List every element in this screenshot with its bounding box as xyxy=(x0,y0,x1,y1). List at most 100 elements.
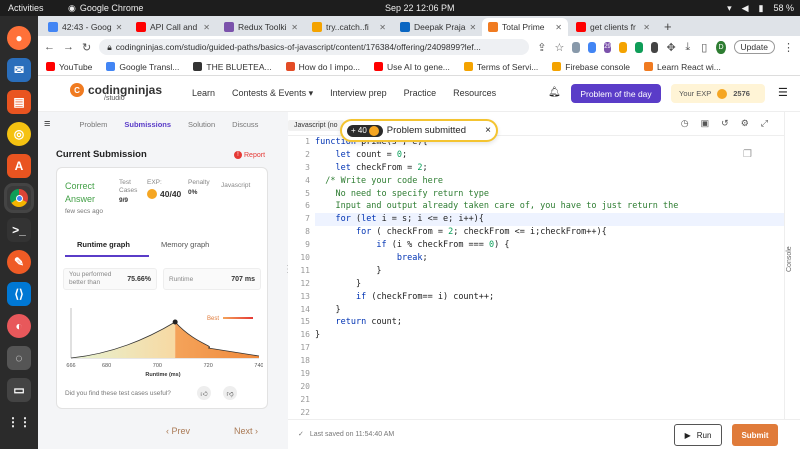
nav-learn[interactable]: Learn xyxy=(192,88,215,99)
bookmark-item[interactable]: Use AI to gene... xyxy=(374,62,450,72)
timer-icon[interactable]: ◷ xyxy=(681,118,689,129)
code-line[interactable]: } xyxy=(315,278,785,291)
postman-icon[interactable]: ✎ xyxy=(7,250,31,274)
rhythmbox-icon[interactable]: ◎ xyxy=(7,122,31,146)
copy-icon[interactable]: ❐ xyxy=(743,149,752,160)
browser-tab-active[interactable]: Total Prime ✕ xyxy=(482,18,568,36)
app-center-icon[interactable]: A xyxy=(7,154,31,178)
vscode-icon[interactable]: ⟨⟩ xyxy=(7,282,31,306)
code-line[interactable]: } xyxy=(315,265,785,278)
run-button[interactable]: ▶ Run xyxy=(674,424,722,446)
new-tab-button[interactable]: + xyxy=(658,18,678,36)
files-icon[interactable]: ▤ xyxy=(7,90,31,114)
extension-icon[interactable] xyxy=(572,41,580,53)
code-line[interactable]: break; xyxy=(315,252,785,265)
code-line[interactable]: let checkFrom = 2; xyxy=(315,162,785,175)
reload-icon[interactable]: ↻ xyxy=(82,41,91,54)
code-line[interactable]: if (i % checkFrom === 0) { xyxy=(315,239,785,252)
show-apps-icon[interactable]: ⋮⋮ xyxy=(7,410,31,434)
nav-practice[interactable]: Practice xyxy=(404,88,437,99)
collapse-panel-icon[interactable]: ≡ xyxy=(44,118,50,130)
nav-interview-prep[interactable]: Interview prep xyxy=(330,88,387,99)
puzzle-icon[interactable]: ✥ xyxy=(666,41,675,54)
code-line[interactable]: for (let i = s; i <= e; i++){ xyxy=(315,213,785,227)
clock[interactable]: Sep 22 12:06 PM xyxy=(385,3,455,13)
problem-of-the-day-button[interactable]: Problem of the day xyxy=(571,84,661,103)
tab-runtime-graph[interactable]: Runtime graph xyxy=(77,240,130,249)
chrome-dock-icon[interactable] xyxy=(7,186,31,210)
code-line[interactable] xyxy=(315,355,785,368)
code-line[interactable]: for ( checkFrom = 2; checkFrom <= i;chec… xyxy=(315,226,785,239)
code-line[interactable] xyxy=(315,407,785,420)
reset-icon[interactable]: ↺ xyxy=(721,118,729,129)
bookmark-star-icon[interactable]: ☆ xyxy=(554,41,564,54)
extension-icon[interactable] xyxy=(619,41,628,53)
code-line[interactable]: if (checkFrom== i) count++; xyxy=(315,291,785,304)
tab-memory-graph[interactable]: Memory graph xyxy=(161,240,209,249)
activities-button[interactable]: Activities xyxy=(8,3,44,13)
extension-icon[interactable] xyxy=(635,41,643,53)
thumbs-down-icon[interactable]: 👎︎ xyxy=(223,386,237,400)
code-line[interactable]: /* Write your code here xyxy=(315,175,785,188)
firefox-icon[interactable]: ● xyxy=(7,26,31,50)
close-tab-icon[interactable]: ✕ xyxy=(203,23,210,32)
update-button[interactable]: Update xyxy=(733,40,775,54)
bookmark-item[interactable]: Google Transl... xyxy=(106,62,179,72)
forward-icon[interactable]: → xyxy=(63,41,74,53)
code-line[interactable]: } xyxy=(315,304,785,317)
bookmark-item[interactable]: How do I impo... xyxy=(285,62,360,72)
extension-icon[interactable] xyxy=(588,41,596,53)
trash-icon[interactable]: ▭ xyxy=(7,378,31,402)
code-line[interactable]: Input and output already taken care of, … xyxy=(315,200,785,213)
address-bar[interactable]: 🔒︎ codingninjas.com/studio/guided-paths/… xyxy=(99,39,530,55)
tab-problem[interactable]: Problem xyxy=(79,120,107,129)
toast-close-icon[interactable]: × xyxy=(485,125,491,136)
usb-icon[interactable]: ◌ xyxy=(7,346,31,370)
app-menu[interactable]: ◉ Google Chrome xyxy=(68,3,143,14)
bookmark-item[interactable]: YouTube xyxy=(46,62,92,72)
code-line[interactable]: return count; xyxy=(315,316,785,329)
browser-tab[interactable]: Redux Toolki ✕ xyxy=(218,18,304,36)
your-exp-badge[interactable]: Your EXP 2576 xyxy=(671,84,765,103)
code-editor[interactable]: Javascript (no ◷ ▣ ↺ ⚙ ⤢ 1 2 3 4 5 6 7 8 9 10 11 12… xyxy=(288,112,785,420)
bookmark-item[interactable]: THE BLUETEA... xyxy=(193,62,272,72)
code-line[interactable]: } xyxy=(315,329,785,342)
sidepanel-icon[interactable]: ▯ xyxy=(700,41,708,54)
bookmark-item[interactable]: Learn React wi... xyxy=(644,62,721,72)
extension-badge[interactable]: 29 xyxy=(603,41,612,53)
color-picker-icon[interactable]: ◐ xyxy=(7,314,31,338)
close-tab-icon[interactable]: ✕ xyxy=(643,23,650,32)
thumbs-up-icon[interactable]: 👍︎ xyxy=(197,386,211,400)
share-icon[interactable]: ⇪ xyxy=(537,41,546,54)
terminal-icon[interactable]: >_ xyxy=(7,218,31,242)
code-line[interactable]: let count = 0; xyxy=(315,149,785,162)
code-line[interactable]: No need to specify return type xyxy=(315,188,785,201)
hamburger-menu-icon[interactable]: ☰ xyxy=(778,86,788,99)
nav-contests[interactable]: Contests & Events ▾ xyxy=(232,88,313,99)
menu-icon[interactable]: ⋮ xyxy=(783,41,794,54)
code-line[interactable] xyxy=(315,342,785,355)
close-tab-icon[interactable]: ✕ xyxy=(379,23,386,32)
browser-tab[interactable]: Deepak Praja ✕ xyxy=(394,18,480,36)
save-icon[interactable]: ▣ xyxy=(701,118,710,129)
next-button[interactable]: Next › xyxy=(234,426,258,436)
browser-tab[interactable]: try..catch..fi ✕ xyxy=(306,18,392,36)
submit-button[interactable]: Submit xyxy=(732,424,778,446)
code-line[interactable] xyxy=(315,394,785,407)
back-icon[interactable]: ← xyxy=(44,41,55,53)
download-icon[interactable]: ⤓ xyxy=(684,41,692,54)
bookmark-item[interactable]: Terms of Servi... xyxy=(463,62,538,72)
tab-submissions[interactable]: Submissions xyxy=(124,120,171,129)
fullscreen-icon[interactable]: ⤢ xyxy=(761,118,768,129)
close-tab-icon[interactable]: ✕ xyxy=(555,23,562,32)
close-tab-icon[interactable]: ✕ xyxy=(470,23,477,32)
browser-tab[interactable]: 42:43 - Goog ✕ xyxy=(42,18,128,36)
prev-button[interactable]: ‹ Prev xyxy=(166,426,190,436)
close-tab-icon[interactable]: ✕ xyxy=(291,23,298,32)
console-panel[interactable]: Console xyxy=(784,112,800,419)
tab-solution[interactable]: Solution xyxy=(188,120,215,129)
code-line[interactable] xyxy=(315,368,785,381)
tab-discuss[interactable]: Discuss xyxy=(232,120,258,129)
code-line[interactable] xyxy=(315,381,785,394)
nav-resources[interactable]: Resources xyxy=(453,88,496,99)
